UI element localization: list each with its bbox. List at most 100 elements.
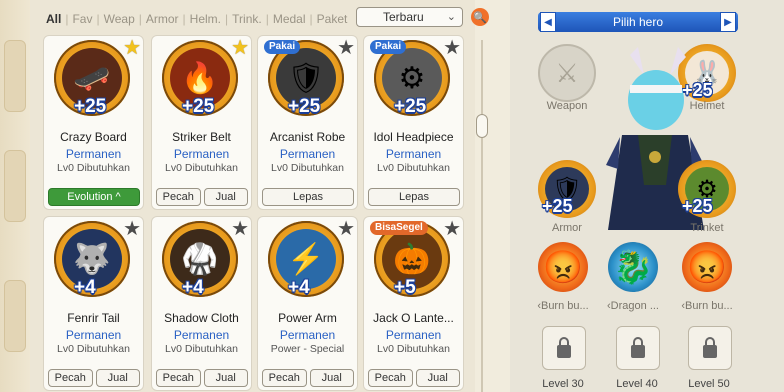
evolution-button[interactable]: Evolution ^ [48,188,140,206]
favorite-star-icon[interactable]: ★ [443,38,461,58]
item-actions: Pecah Jual [368,369,460,387]
item-card[interactable]: 🛹 +25 ★ Crazy Board Permanen Lv0 Dibutuhkan Ev… [43,35,144,210]
item-actions: Pecah Jual [262,369,354,387]
jual-button[interactable]: Jual [203,188,248,206]
item-name: Fenrir Tail [67,311,120,325]
item-card[interactable]: 🛡 +25 ★ Pakai Arcanist Robe Permanen Lv0 Dibut… [257,35,358,210]
trinket-slot-label: Trinket [690,222,724,234]
status-badge: Pakai [370,40,407,54]
item-name: Shadow Cloth [164,311,239,325]
weapon-slot[interactable]: ⚔ [538,44,596,102]
side-tab[interactable] [4,40,26,112]
enhance-level: +25 [74,96,107,117]
favorite-star-icon[interactable]: ★ [231,219,249,239]
scrollbar-thumb[interactable] [476,114,488,138]
lock-icon [557,336,571,358]
trinket-slot[interactable]: ⚙ +25 [678,160,736,218]
enhance-level: +25 [182,96,215,117]
filter-fav[interactable]: Fav [70,12,94,26]
filter-paket[interactable]: Paket [315,12,350,26]
filter-tabs: All | Fav | Weap | Armor | Helm. | Trink… [44,12,350,26]
sword-icon: ⚔ [555,57,579,88]
next-hero-icon[interactable]: ▶ [720,12,736,32]
item-icon-frame: 🔥 +25 [162,40,238,117]
skill-slot-1[interactable]: 😡 [538,242,588,292]
item-card[interactable]: ⚙ +25 ★ Pakai Idol Headpiece Permanen Lv0 Dibu… [363,35,464,210]
jual-button[interactable]: Jual [203,369,248,387]
fire-skull-icon: 😡 [687,249,727,285]
item-card[interactable]: 🎃 +5 ★ BisaSegel Jack O Lante... Permanen Lv0 … [363,216,464,391]
filter-all[interactable]: All [44,12,63,26]
lepas-button[interactable]: Lepas [368,188,460,206]
item-permanence: Permanen [173,328,230,342]
item-icon-frame: ⚡ +4 [268,221,344,298]
favorite-star-icon[interactable]: ★ [123,38,141,58]
filter-helm[interactable]: Helm. [188,12,223,26]
favorite-star-icon[interactable]: ★ [337,38,355,58]
item-icon-frame: 🐺 +4 [54,221,130,298]
item-actions: Pecah Jual [48,369,140,387]
favorite-star-icon[interactable]: ★ [231,38,249,58]
item-actions: Pecah Jual [156,188,248,206]
item-requirement: Lv0 Dibutuhkan [57,343,130,355]
pecah-button[interactable]: Pecah [262,369,307,387]
favorite-star-icon[interactable]: ★ [443,219,461,239]
item-card[interactable]: 🥋 +4 ★ Shadow Cloth Permanen Lv0 Dibutuhkan Pe… [151,216,252,391]
inventory-panel: All | Fav | Weap | Armor | Helm. | Trink… [30,0,489,392]
skill-label-1: ‹Burn bu... [537,300,589,312]
item-card[interactable]: 🔥 +25 ★ Striker Belt Permanen Lv0 Dibutuhkan P… [151,35,252,210]
item-name: Power Arm [278,311,337,325]
hero-selector[interactable]: ◀ Pilih hero ▶ [538,12,738,32]
enhance-level: +4 [288,277,310,298]
side-tab[interactable] [4,280,26,352]
locked-slot-2 [616,326,660,370]
filter-medal[interactable]: Medal [271,12,308,26]
skill-slot-3[interactable]: 😡 [682,242,732,292]
filter-trinket[interactable]: Trink. [230,12,264,26]
armor-slot[interactable]: 🛡 +25 [538,160,596,218]
item-requirement: Lv0 Dibutuhkan [271,162,344,174]
chevron-down-icon: ⌄ [446,11,456,23]
favorite-star-icon[interactable]: ★ [123,219,141,239]
item-name: Crazy Board [60,130,127,144]
enhance-level: +4 [74,277,96,298]
filter-armor[interactable]: Armor [144,12,181,26]
item-permanence: Permanen [173,147,230,161]
item-requirement: Lv0 Dibutuhkan [165,162,238,174]
pecah-button[interactable]: Pecah [156,188,201,206]
sort-dropdown[interactable]: Terbaru ⌄ [356,7,463,27]
jual-button[interactable]: Jual [309,369,354,387]
enhance-level: +5 [394,277,416,298]
jual-button[interactable]: Jual [415,369,460,387]
item-icon-frame: 🥋 +4 [162,221,238,298]
weapon-slot-label: Weapon [546,100,588,112]
item-name: Idol Headpiece [373,130,454,144]
item-permanence: Permanen [65,147,122,161]
dragon-icon: 🐉 [613,249,653,285]
item-card[interactable]: 🐺 +4 ★ Fenrir Tail Permanen Lv0 Dibutuhkan Pec… [43,216,144,391]
lepas-button[interactable]: Lepas [262,188,354,206]
favorite-star-icon[interactable]: ★ [337,219,355,239]
jual-button[interactable]: Jual [95,369,140,387]
prev-hero-icon[interactable]: ◀ [540,12,556,32]
pecah-button[interactable]: Pecah [48,369,93,387]
skill-slot-2[interactable]: 🐉 [608,242,658,292]
filter-weapon[interactable]: Weap [102,12,137,26]
trinket-enhance: +25 [682,196,713,216]
pecah-button[interactable]: Pecah [368,369,413,387]
scrollbar[interactable] [476,40,488,392]
unlock-level-1: Level 30 [542,378,584,390]
skill-label-3: ‹Burn bu... [681,300,733,312]
item-requirement: Power - Special [270,343,345,355]
item-icon-frame: 🛹 +25 [54,40,130,117]
item-permanence: Permanen [279,328,336,342]
lock-icon [631,336,645,358]
item-actions: Evolution ^ [48,188,140,206]
side-tab[interactable] [4,150,26,222]
armor-enhance: +25 [542,196,573,216]
search-icon[interactable]: 🔍 [471,8,489,26]
item-actions: Pecah Jual [156,369,248,387]
item-card[interactable]: ⚡ +4 ★ Power Arm Permanen Power - Special Peca… [257,216,358,391]
pecah-button[interactable]: Pecah [156,369,201,387]
item-actions: Lepas [262,188,354,206]
